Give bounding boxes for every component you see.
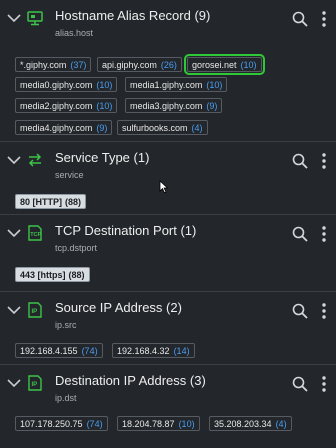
panel-title: Source IP Address (2) xyxy=(55,300,182,315)
search-icon[interactable] xyxy=(292,226,308,242)
value-count: (74) xyxy=(86,419,103,429)
value-label: media3.giphy.com xyxy=(130,101,203,111)
value-chip-selected[interactable]: 80 [HTTP] (88) xyxy=(15,194,87,209)
value-chip[interactable]: media0.giphy.com (10) xyxy=(15,77,118,92)
ip-icon: IP xyxy=(28,375,42,391)
search-icon[interactable] xyxy=(292,376,308,392)
value-label: media2.giphy.com xyxy=(20,101,93,111)
value-label: 192.168.4.32 xyxy=(117,346,170,356)
value-chip[interactable]: api.giphy.com (26) xyxy=(97,57,182,72)
panel-destination-ip: IP Destination IP Address (3) ip.dst 107… xyxy=(0,365,336,448)
svg-text:TCP: TCP xyxy=(30,232,41,238)
panel-title: TCP Destination Port (1) xyxy=(55,223,197,238)
value-count: (4) xyxy=(275,419,287,429)
value-chip[interactable]: media2.giphy.com (10) xyxy=(15,98,118,113)
value-count: (37) xyxy=(70,60,87,70)
value-label: media0.giphy.com xyxy=(20,80,93,90)
value-label: 107.178.250.75 xyxy=(20,419,83,429)
panel-hostname-alias: Hostname Alias Record (9) alias.host *.g… xyxy=(0,0,336,142)
panel-field-name: service xyxy=(55,170,84,180)
panel-title: Service Type (1) xyxy=(55,150,150,165)
panel-field-name: ip.src xyxy=(55,320,77,330)
value-count: (26) xyxy=(160,60,177,70)
value-label: gorosei.net xyxy=(192,60,237,70)
value-count: (74) xyxy=(81,346,98,356)
chevron-down-icon[interactable] xyxy=(7,156,21,165)
value-label: sulfurbooks.com xyxy=(122,123,188,133)
value-chip[interactable]: 192.168.4.155 (74) xyxy=(15,343,103,358)
more-options-icon[interactable] xyxy=(321,10,327,28)
value-chip[interactable]: 18.204.78.87 (10) xyxy=(117,416,200,431)
value-count: (14) xyxy=(173,346,190,356)
value-count: (10) xyxy=(240,60,257,70)
value-label: *.giphy.com xyxy=(20,60,67,70)
more-options-icon[interactable] xyxy=(321,302,327,320)
panel-service-type: Service Type (1) service 80 [HTTP] (88) xyxy=(0,142,336,215)
value-label: media1.giphy.com xyxy=(130,80,203,90)
value-chip[interactable]: media3.giphy.com (9) xyxy=(125,98,223,113)
value-chip[interactable]: 107.178.250.75 (74) xyxy=(15,416,108,431)
chevron-down-icon[interactable] xyxy=(7,379,21,388)
chevron-down-icon[interactable] xyxy=(7,306,21,315)
value-label: 192.168.4.155 xyxy=(20,346,78,356)
more-options-icon[interactable] xyxy=(321,375,327,393)
value-count: (4) xyxy=(191,123,203,133)
panel-title: Destination IP Address (3) xyxy=(55,373,206,388)
panel-field-name: alias.host xyxy=(55,28,94,38)
more-options-icon[interactable] xyxy=(321,152,327,170)
panel-field-name: ip.dst xyxy=(55,393,77,403)
svg-text:IP: IP xyxy=(32,382,38,388)
search-icon[interactable] xyxy=(292,153,308,169)
chevron-down-icon[interactable] xyxy=(7,229,21,238)
value-count: (10) xyxy=(206,80,223,90)
arrows-exchange-icon xyxy=(28,153,42,167)
chevron-down-icon[interactable] xyxy=(7,14,21,23)
panel-field-name: tcp.dstport xyxy=(55,243,98,253)
more-options-icon[interactable] xyxy=(321,225,327,243)
value-count: (88) xyxy=(68,270,85,280)
value-count: (10) xyxy=(96,80,113,90)
value-chip-highlighted[interactable]: gorosei.net (10) xyxy=(184,54,265,75)
value-chip-selected[interactable]: 443 [https] (88) xyxy=(15,267,90,282)
value-label: 35.208.203.34 xyxy=(214,419,272,429)
value-count: (9) xyxy=(96,123,108,133)
value-count: (10) xyxy=(96,101,113,111)
panel-header[interactable]: TCP TCP Destination Port (1) tcp.dstport xyxy=(0,215,336,253)
value-count: (10) xyxy=(178,419,195,429)
value-label: media4.giphy.com xyxy=(20,123,93,133)
panel-header[interactable]: Service Type (1) service xyxy=(0,142,336,180)
value-chip[interactable]: 192.168.4.32 (14) xyxy=(112,343,195,358)
mouse-cursor-icon xyxy=(159,180,169,194)
value-count: (9) xyxy=(206,101,218,111)
value-chip[interactable]: sulfurbooks.com (4) xyxy=(117,120,208,135)
value-label: api.giphy.com xyxy=(102,60,157,70)
panel-header[interactable]: IP Source IP Address (2) ip.src xyxy=(0,292,336,330)
value-chip[interactable]: media1.giphy.com (10) xyxy=(125,77,228,92)
tcp-icon: TCP xyxy=(28,225,42,241)
value-chip[interactable]: media4.giphy.com (9) xyxy=(15,120,113,135)
panel-header[interactable]: Hostname Alias Record (9) alias.host xyxy=(0,0,336,38)
value-chip[interactable]: 35.208.203.34 (4) xyxy=(209,416,292,431)
value-label: 80 [HTTP] xyxy=(20,197,63,207)
search-icon[interactable] xyxy=(292,11,308,27)
monitor-icon xyxy=(27,11,43,26)
panel-tcp-dstport: TCP TCP Destination Port (1) tcp.dstport… xyxy=(0,215,336,292)
ip-icon: IP xyxy=(28,302,42,318)
svg-text:IP: IP xyxy=(32,309,38,315)
panel-source-ip: IP Source IP Address (2) ip.src 192.168.… xyxy=(0,292,336,365)
panel-title: Hostname Alias Record (9) xyxy=(55,8,211,23)
value-label: 443 [https] xyxy=(20,270,66,280)
value-label: 18.204.78.87 xyxy=(122,419,175,429)
value-chip[interactable]: *.giphy.com (37) xyxy=(15,57,92,72)
search-icon[interactable] xyxy=(292,303,308,319)
value-count: (88) xyxy=(65,197,82,207)
panel-header[interactable]: IP Destination IP Address (3) ip.dst xyxy=(0,365,336,403)
